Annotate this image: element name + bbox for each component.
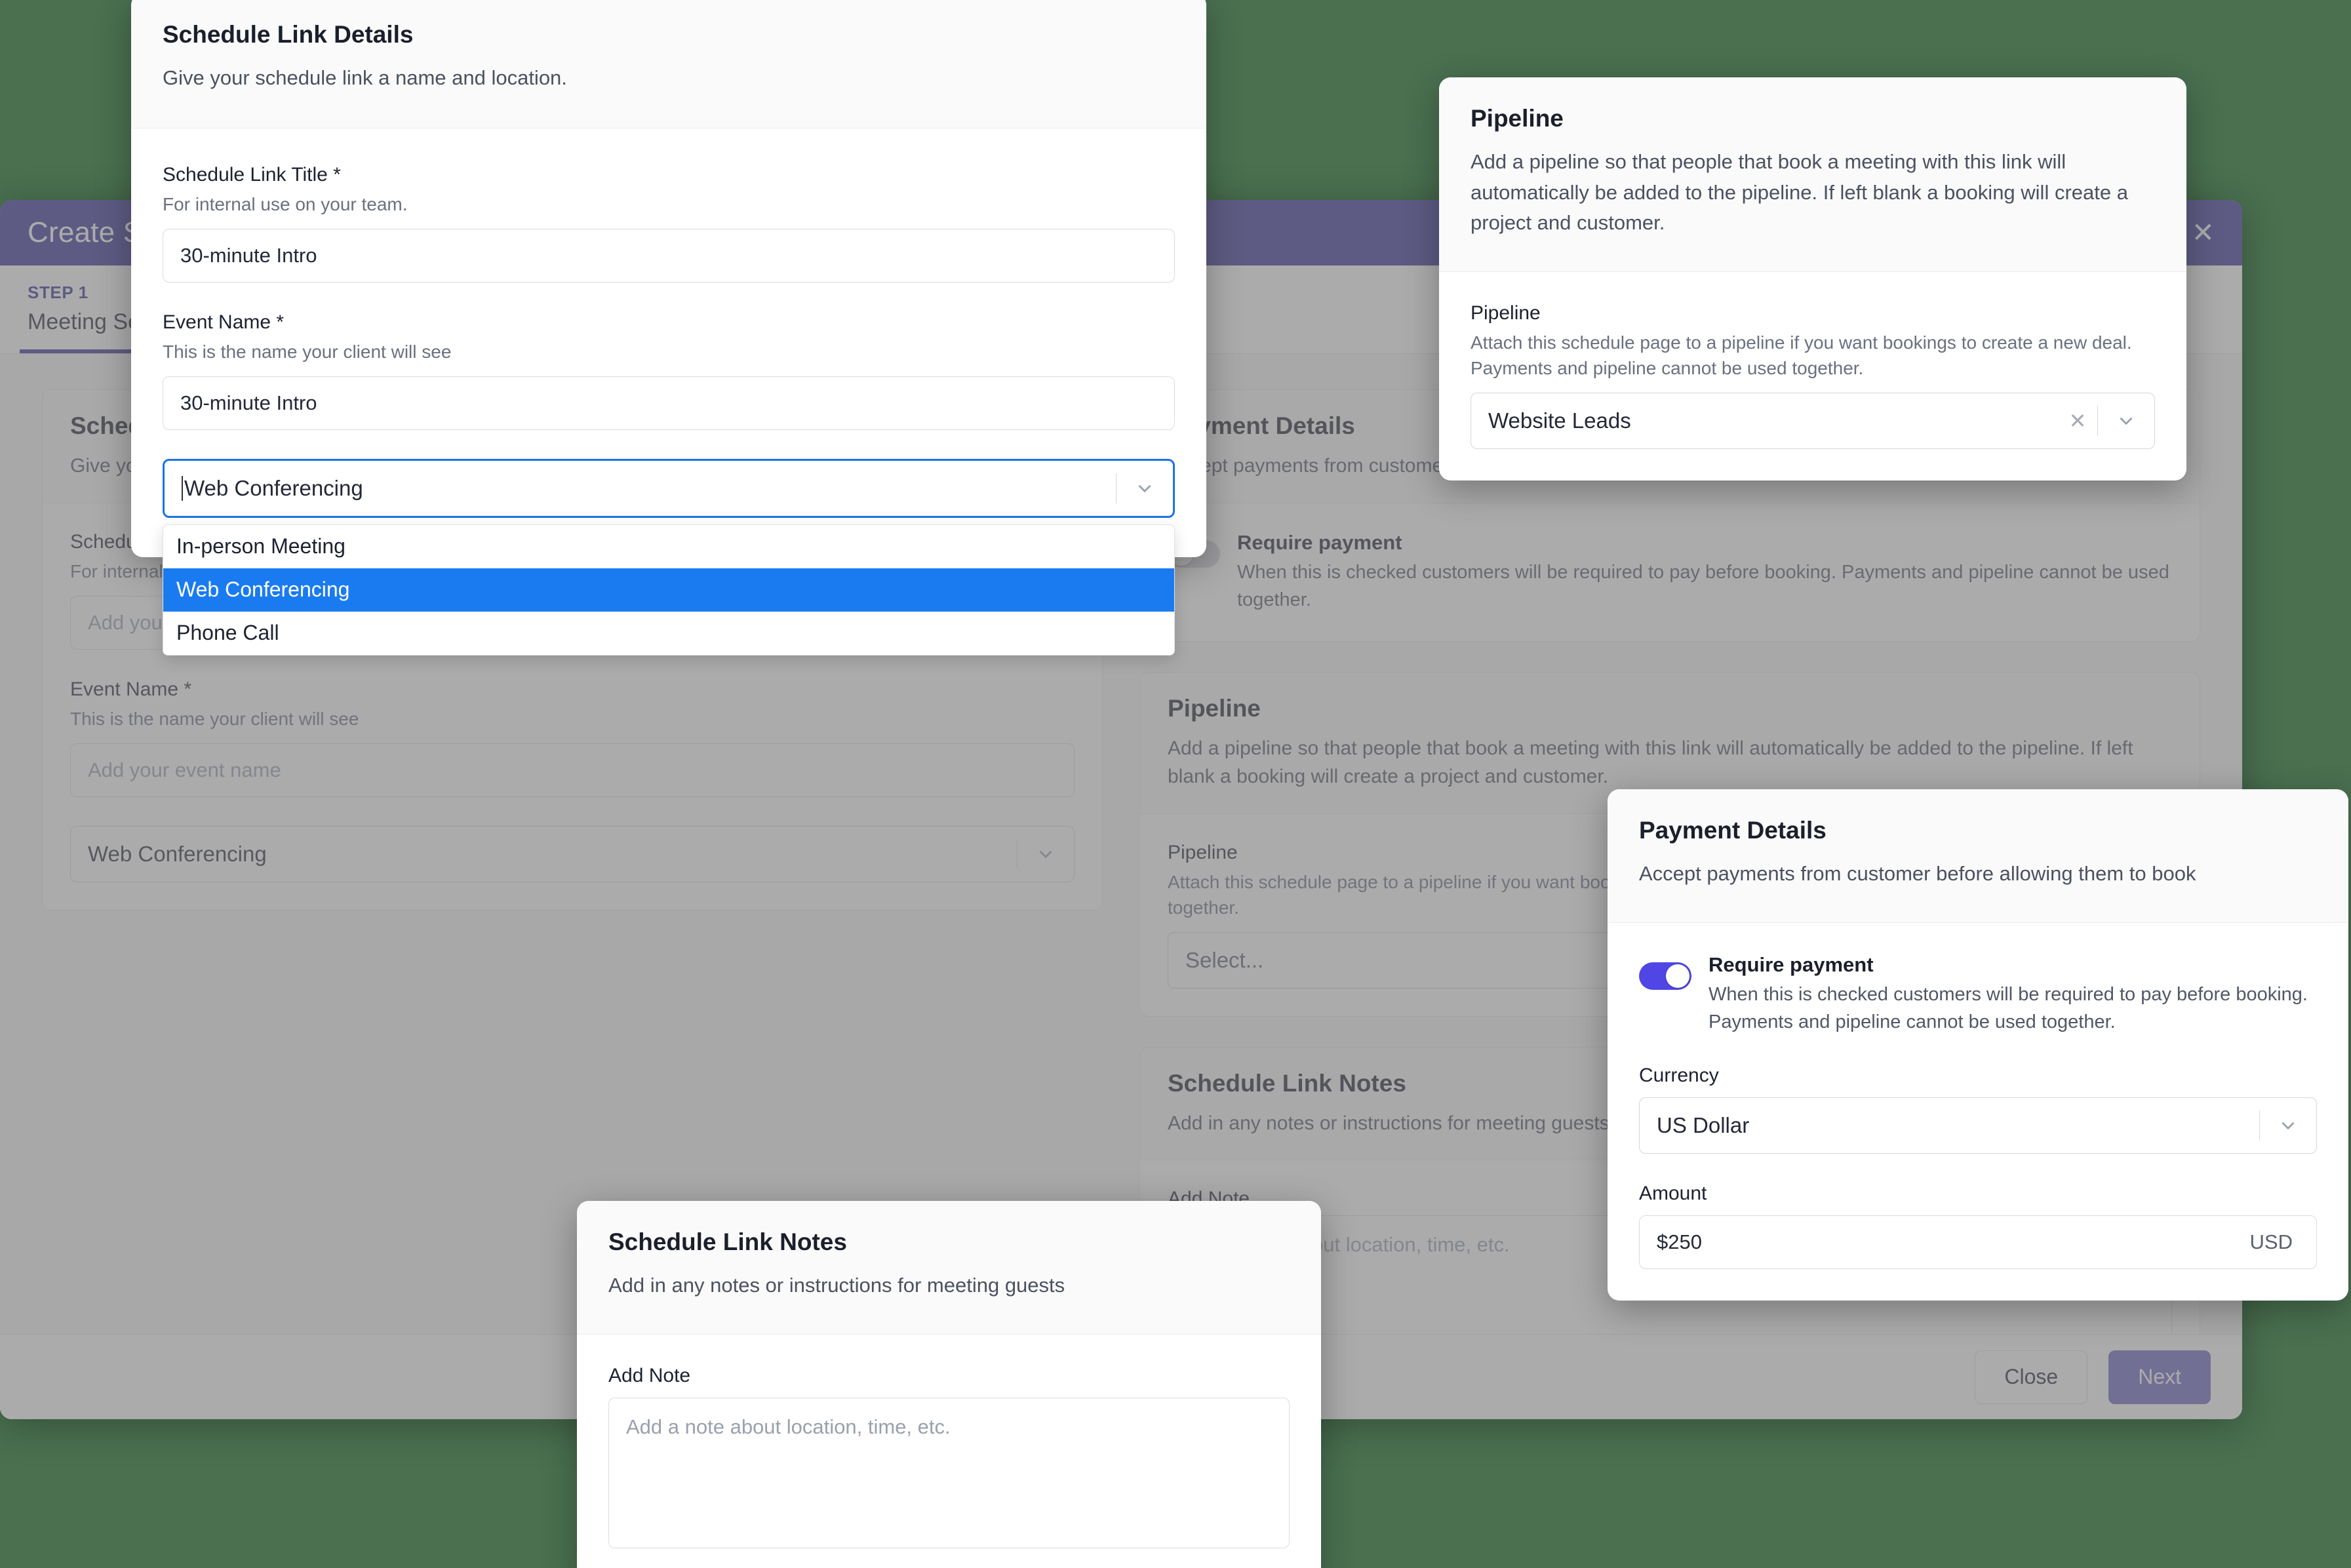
popover-header: Payment Details Accept payments from cus… (1608, 789, 2348, 923)
pipeline-select[interactable]: Website Leads ✕ (1471, 392, 2155, 449)
popover-title: Payment Details (1639, 817, 1827, 844)
meeting-location-dropdown: In-person Meeting Web Conferencing Phone… (163, 524, 1175, 656)
text-cursor (182, 475, 183, 501)
toggle-text: Require payment When this is checked cus… (1237, 531, 2172, 614)
toggle-title: Require payment (1237, 530, 1402, 554)
require-payment-row: Require payment When this is checked cus… (1168, 531, 2172, 614)
field-pipeline: Pipeline Attach this schedule page to a … (1471, 302, 2155, 449)
require-payment-toggle[interactable] (1639, 962, 1691, 990)
popover-body: Schedule Link Title * For internal use o… (131, 128, 1206, 656)
meeting-location-select[interactable]: Web Conferencing (70, 825, 1075, 882)
dropdown-option-web-conferencing[interactable]: Web Conferencing (163, 568, 1174, 612)
toggle-text: Require payment When this is checked cus… (1709, 953, 2317, 1036)
chevron-down-icon[interactable] (2260, 1098, 2316, 1153)
popover-header: Pipeline Add a pipeline so that people t… (1439, 77, 2186, 272)
currency-select[interactable]: US Dollar (1639, 1097, 2317, 1154)
field-label: Add Note (608, 1364, 691, 1386)
field-label: Currency (1639, 1064, 1719, 1086)
field-help: This is the name your client will see (163, 341, 452, 362)
close-icon[interactable]: ✕ (2192, 219, 2215, 246)
require-payment-row: Require payment When this is checked cus… (1639, 953, 2317, 1036)
toggle-description: When this is checked customers will be r… (1709, 983, 2308, 1032)
event-name-input[interactable]: Add your event name (70, 743, 1075, 797)
popover-title: Schedule Link Details (163, 21, 414, 48)
popover-subtitle: Add a pipeline so that people that book … (1471, 150, 2128, 234)
chevron-down-icon[interactable] (1116, 461, 1173, 516)
meeting-location-combobox[interactable]: Web Conferencing (163, 458, 1175, 518)
popover-schedule-link-notes: Schedule Link Notes Add in any notes or … (577, 1201, 1321, 1568)
amount-input[interactable]: $250 USD (1639, 1215, 2317, 1269)
dropdown-option-in-person-meeting[interactable]: In-person Meeting (163, 525, 1174, 568)
popover-body: Pipeline Attach this schedule page to a … (1439, 272, 2186, 480)
field-label: Event Name * (163, 311, 285, 333)
pipeline-value: Website Leads (1488, 408, 1631, 433)
toggle-title: Require payment (1709, 952, 1874, 976)
meeting-location-value: Web Conferencing (88, 841, 267, 866)
field-label: Pipeline (1471, 302, 1541, 324)
field-label: Event Name * (70, 678, 192, 700)
popover-body: Require payment When this is checked cus… (1608, 923, 2348, 1301)
field-help: This is the name your client will see (70, 708, 359, 729)
popover-payment-details: Payment Details Accept payments from cus… (1608, 789, 2348, 1301)
field-add-note: Add Note Add a note about location, time… (608, 1365, 1290, 1548)
field-help: For internal use on your team. (163, 193, 408, 214)
popover-pipeline: Pipeline Add a pipeline so that people t… (1439, 77, 2186, 480)
field-schedule-link-title: Schedule Link Title * For internal use o… (163, 164, 1175, 283)
chevron-down-icon[interactable] (1017, 827, 1074, 882)
clear-icon[interactable]: ✕ (2058, 408, 2097, 433)
amount-currency-suffix: USD (2249, 1230, 2293, 1253)
card-subtitle: Add a pipeline so that people that book … (1168, 737, 2133, 788)
amount-value: $250 (1657, 1230, 1702, 1253)
schedule-link-title-input[interactable]: 30-minute Intro (163, 228, 1175, 283)
meeting-location-value: Web Conferencing (184, 475, 363, 500)
card-title: Pipeline (1168, 694, 1261, 722)
toggle-knob (1666, 964, 1689, 988)
field-label: Schedule Link Title * (163, 163, 341, 186)
toggle-description: When this is checked customers will be r… (1237, 561, 2169, 610)
add-note-textarea[interactable]: Add a note about location, time, etc. (608, 1397, 1290, 1548)
popover-subtitle: Accept payments from customer before all… (1639, 862, 2196, 885)
popover-title: Schedule Link Notes (608, 1228, 847, 1255)
popover-subtitle: Give your schedule link a name and locat… (163, 66, 567, 89)
popover-schedule-link-details: Schedule Link Details Give your schedule… (131, 0, 1206, 656)
screen: Create Schedule Link ✕ STEP 1 Meeting Se… (0, 0, 2351, 1568)
field-amount: Amount $250 USD (1639, 1183, 2317, 1269)
popover-title: Pipeline (1471, 105, 1564, 132)
popover-body: Add Note Add a note about location, time… (577, 1335, 1321, 1568)
card-body: Require payment When this is checked cus… (1140, 503, 2200, 641)
field-meeting-location: Web Conferencing In-person Meeting Web C… (163, 458, 1175, 656)
chevron-down-icon[interactable] (2098, 393, 2154, 448)
popover-header: Schedule Link Notes Add in any notes or … (577, 1201, 1321, 1335)
field-help: Attach this schedule page to a pipeline … (1471, 332, 2132, 378)
close-button[interactable]: Close (1975, 1350, 2088, 1404)
currency-value: US Dollar (1657, 1112, 1750, 1137)
field-meeting-location: Web Conferencing (70, 825, 1075, 882)
popover-subtitle: Add in any notes or instructions for mee… (608, 1274, 1065, 1297)
field-currency: Currency US Dollar (1639, 1065, 2317, 1154)
popover-header: Schedule Link Details Give your schedule… (131, 0, 1206, 128)
next-button[interactable]: Next (2108, 1350, 2211, 1404)
field-label: Amount (1639, 1182, 1707, 1204)
dropdown-option-phone-call[interactable]: Phone Call (163, 612, 1174, 655)
field-event-name: Event Name * This is the name your clien… (70, 678, 1075, 797)
field-event-name: Event Name * This is the name your clien… (163, 311, 1175, 430)
event-name-input[interactable]: 30-minute Intro (163, 376, 1175, 430)
